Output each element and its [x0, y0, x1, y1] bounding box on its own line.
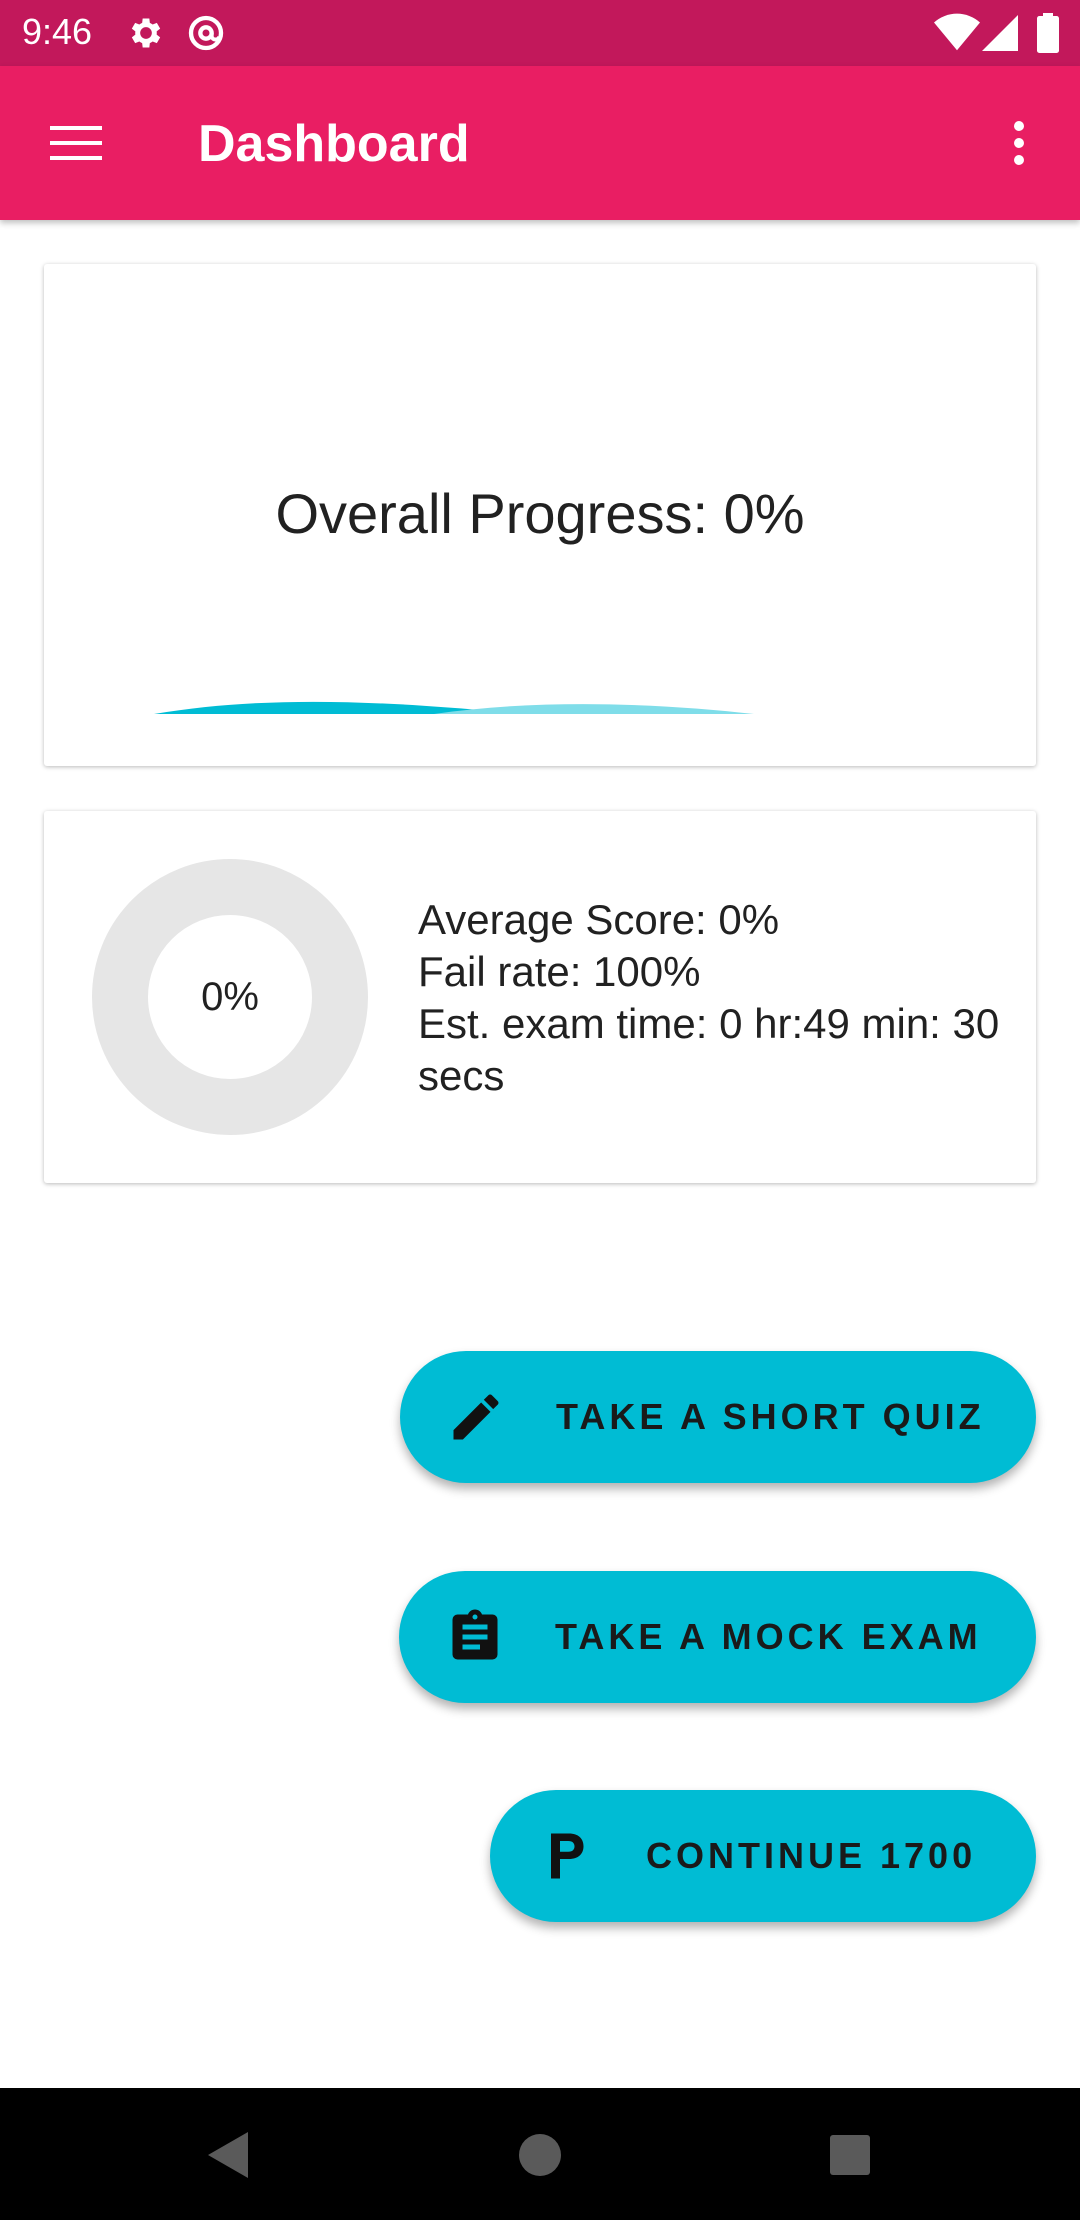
app-bar: Dashboard: [0, 66, 1080, 220]
overall-progress-card: Overall Progress: 0%: [44, 264, 1036, 766]
status-bar: 9:46: [0, 0, 1080, 66]
settings-icon: [131, 18, 161, 48]
stats-card: 0% Average Score: 0% Fail rate: 100% Est…: [44, 811, 1036, 1183]
take-short-quiz-label: TAKE A SHORT QUIZ: [556, 1396, 985, 1437]
exam-time-text: Est. exam time: 0 hr:49 min: 30 secs: [418, 1000, 1000, 1099]
page-title: Dashboard: [198, 115, 470, 173]
overall-progress-label: Overall Progress: 0%: [275, 482, 805, 545]
letter-p-icon: [551, 1833, 584, 1879]
pencil-icon: [453, 1394, 499, 1440]
recents-icon[interactable]: [810, 2118, 890, 2190]
take-short-quiz-button[interactable]: TAKE A SHORT QUIZ: [400, 1351, 1036, 1483]
wifi-icon: [934, 13, 980, 51]
clipboard-icon: [452, 1609, 498, 1660]
home-icon[interactable]: [500, 2118, 580, 2190]
take-mock-exam-button[interactable]: TAKE A MOCK EXAM: [399, 1571, 1036, 1703]
back-icon[interactable]: [190, 2118, 270, 2190]
more-vert-icon[interactable]: [994, 111, 1044, 175]
donut-label: 0%: [201, 975, 259, 1019]
system-nav-bar: [0, 2088, 1080, 2220]
stats-text: Average Score: 0% Fail rate: 100% Est. e…: [418, 894, 1018, 1102]
continue-label: CONTINUE 1700: [646, 1835, 977, 1876]
hamburger-menu-icon[interactable]: [36, 111, 116, 175]
progress-wave: [154, 701, 754, 714]
signal-icon: [982, 15, 1018, 51]
battery-icon: [1037, 13, 1059, 53]
fail-rate-text: Fail rate: 100%: [418, 948, 701, 995]
continue-button[interactable]: CONTINUE 1700: [490, 1790, 1036, 1922]
at-sign-icon: [188, 15, 224, 51]
take-mock-exam-label: TAKE A MOCK EXAM: [555, 1616, 982, 1657]
status-time: 9:46: [22, 11, 93, 52]
average-score-text: Average Score: 0%: [418, 896, 780, 943]
